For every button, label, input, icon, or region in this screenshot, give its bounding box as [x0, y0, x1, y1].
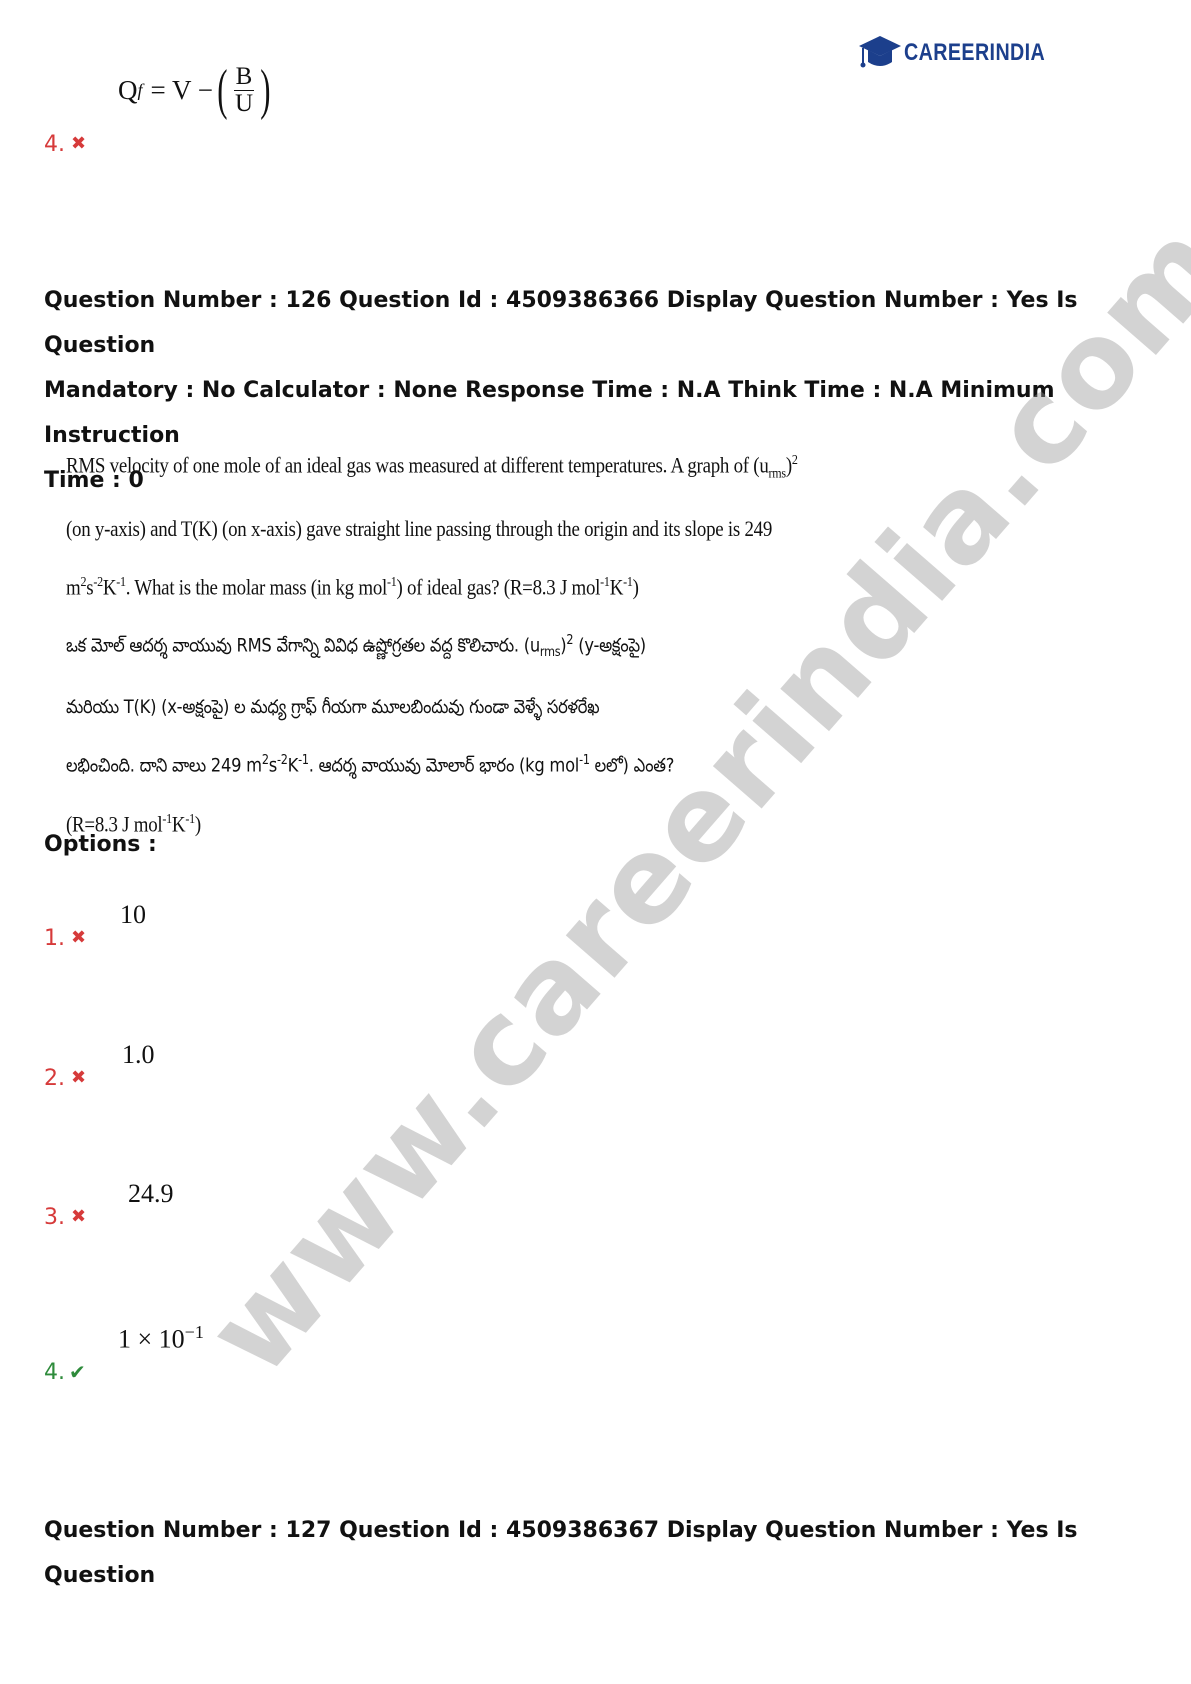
prev-option-4: 4. ✖	[44, 132, 86, 157]
question-text: RMS velocity of one mole of an ideal gas…	[66, 434, 798, 851]
question-te-line-2: మరియు T(K) (x-అక్షంపై) ల మధ్య గ్రాఫ్ గీయ…	[66, 696, 600, 719]
en-sup: -1	[387, 574, 397, 590]
te-sup: -1	[185, 811, 195, 827]
question-te-line-4: (R=8.3 J mol-1K-1)	[66, 793, 754, 851]
en-text: K	[102, 574, 117, 600]
en-sup: -1	[600, 574, 610, 590]
option-3: 3. ✖	[44, 1205, 86, 1230]
next-question-meta: Question Number : 127 Question Id : 4509…	[44, 1518, 1078, 1588]
formula-denominator: U	[234, 89, 254, 117]
en-sup: 2	[791, 453, 798, 468]
cross-icon: ✖	[71, 927, 87, 948]
question-en-line-2: (on y-axis) and T(K) (on x-axis) gave st…	[66, 515, 773, 541]
en-text: K	[609, 574, 624, 600]
te-text: (y-అక్షంపై)	[573, 634, 646, 657]
te-sup: -1	[298, 753, 309, 769]
option-3-value: 24.9	[128, 1179, 174, 1208]
te-sub: rms	[539, 645, 561, 661]
logo-text: CAREERINDIA	[904, 39, 1046, 66]
en-text: s	[86, 574, 94, 600]
graduation-cap-icon	[859, 36, 901, 68]
formula-rhs: = V −	[150, 74, 213, 105]
cross-icon: ✖	[71, 133, 87, 154]
option-4-formula: Qf = V − ( B U )	[118, 62, 275, 118]
option-4-value: 1 × 10−1	[118, 1322, 204, 1355]
option-2-number: 2.	[44, 1066, 65, 1091]
formula-fraction: B U	[233, 62, 255, 117]
option-2: 2. ✖	[44, 1066, 86, 1091]
question-te-line-3: లభించింది. దాని వాలు 249 m2s-2K-1. ఆదర్శ…	[66, 734, 754, 792]
te-sup: -1	[579, 753, 590, 769]
cross-icon: ✖	[71, 1206, 87, 1227]
te-sup: -2	[276, 753, 288, 769]
formula-numerator: B	[233, 62, 255, 91]
en-text: m	[66, 574, 81, 600]
te-sup: 2	[566, 633, 574, 649]
question-en-line-3: m2s-2K-1. What is the molar mass (in kg …	[66, 556, 754, 614]
option-3-number: 3.	[44, 1205, 65, 1230]
question-te-line-1: ఒక మోల్ ఆదర్శ వాయువు RMS వేగాన్ని వివిధ …	[66, 614, 754, 680]
option-2-value: 1.0	[122, 1040, 155, 1069]
te-text: లలో) ఎంత?	[589, 754, 675, 777]
option-1: 1. ✖	[44, 926, 86, 951]
en-text: . What is the molar mass (in kg mol	[125, 574, 388, 600]
te-text: ఒక మోల్ ఆదర్శ వాయువు RMS వేగాన్ని వివిధ …	[66, 634, 540, 657]
option-4-exponent: −1	[184, 1322, 204, 1342]
te-text: K	[171, 810, 186, 836]
en-sup: -1	[116, 574, 126, 590]
te-text: లభించింది. దాని వాలు 249 m	[66, 754, 262, 777]
option-1-value: 10	[120, 900, 146, 929]
en-text: )	[632, 574, 639, 600]
en-sup: -2	[93, 574, 103, 590]
en-text: RMS velocity of one mole of an ideal gas…	[66, 452, 769, 478]
te-text: )	[194, 810, 201, 836]
te-sup: 2	[261, 753, 269, 769]
formula-lhs-sub: f	[137, 79, 143, 100]
cross-icon: ✖	[71, 1067, 87, 1088]
option-4: 4. ✔	[44, 1360, 86, 1385]
option-1-number: 1.	[44, 926, 65, 951]
open-paren: (	[217, 59, 228, 121]
formula-lhs: Q	[118, 74, 138, 105]
te-text: . ఆదర్శ వాయువు మోలార్ భారం (kg mol	[308, 754, 580, 777]
question-meta-line-1: Question Number : 126 Question Id : 4509…	[44, 288, 1078, 358]
question-en-line-1: RMS velocity of one mole of an ideal gas…	[66, 434, 798, 502]
te-sup: -1	[162, 811, 172, 827]
te-text: K	[287, 754, 299, 777]
options-label: Options :	[44, 832, 157, 857]
option-4-number: 4.	[44, 1360, 65, 1385]
prev-option-4-number: 4.	[44, 132, 65, 157]
en-sup: -1	[623, 574, 633, 590]
close-paren: )	[260, 59, 271, 121]
check-icon: ✔	[69, 1360, 86, 1384]
en-sub: rms	[768, 466, 787, 482]
option-4-base: 1 × 10	[118, 1324, 185, 1354]
en-text: ) of ideal gas? (R=8.3 J mol	[396, 574, 601, 600]
careerindia-logo: CAREERINDIA	[858, 32, 1076, 74]
